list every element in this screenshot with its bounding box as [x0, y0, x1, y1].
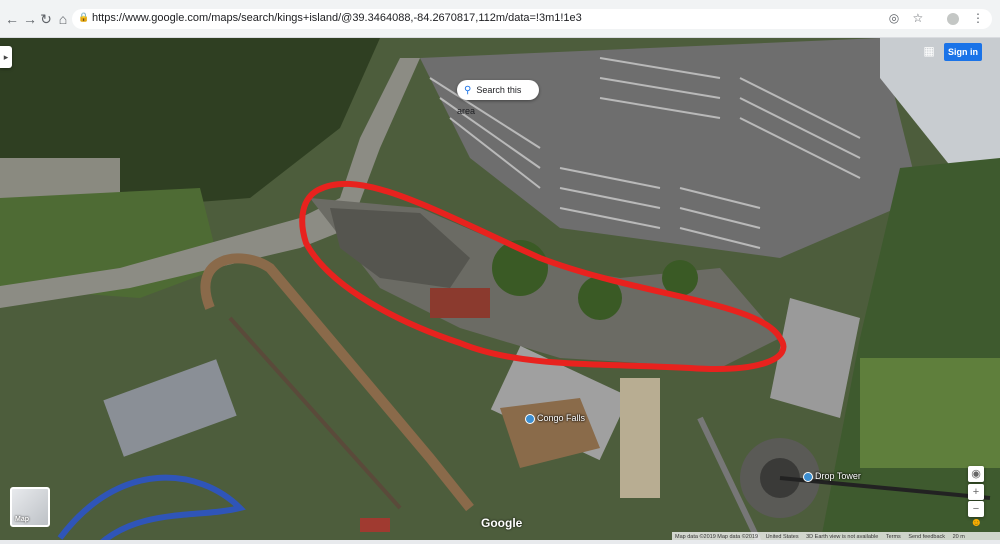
pin-icon: [803, 471, 813, 482]
lock-icon: 🔒: [78, 12, 90, 22]
forward-icon[interactable]: →: [22, 11, 38, 27]
search-icon: ⚲: [464, 85, 472, 96]
menu-icon[interactable]: ⋮: [972, 11, 984, 25]
satellite-imagery: [0, 38, 1000, 544]
taskbar-strip: [0, 540, 1000, 544]
pegman-icon[interactable]: ☻: [970, 514, 983, 530]
profile-avatar[interactable]: [937, 11, 959, 25]
place-label-congo-falls[interactable]: Congo Falls: [525, 413, 585, 424]
satellite-map[interactable]: ▸ ⚲ Search this area ▦ Sign in Congo Fall…: [0, 38, 1000, 544]
layer-switcher[interactable]: Map: [10, 487, 50, 527]
zoom-in-button[interactable]: +: [968, 484, 984, 500]
compass-icon[interactable]: ◉: [968, 466, 984, 482]
search-this-area-button[interactable]: ⚲ Search this area: [457, 80, 539, 116]
sign-in-button[interactable]: Sign in: [944, 43, 982, 61]
address-bar[interactable]: 🔒 https://www.google.com/maps/search/kin…: [72, 9, 992, 29]
collapse-sidebar-icon[interactable]: ▸: [0, 46, 12, 68]
browser-toolbar: ← → ↻ ⌂ 🔒 https://www.google.com/maps/se…: [0, 0, 1000, 38]
home-icon[interactable]: ⌂: [55, 11, 71, 27]
apps-grid-icon[interactable]: ▦: [922, 44, 936, 58]
pin-icon: [525, 413, 535, 424]
layer-label: Map: [15, 516, 29, 523]
star-icon[interactable]: ☆: [913, 11, 924, 25]
place-label-drop-tower[interactable]: Drop Tower: [803, 471, 861, 482]
reload-icon[interactable]: ↻: [38, 11, 54, 27]
location-icon[interactable]: ◎: [889, 11, 899, 25]
url-text[interactable]: https://www.google.com/maps/search/kings…: [92, 12, 582, 24]
back-icon[interactable]: ←: [4, 11, 20, 27]
google-logo: Google: [481, 516, 523, 530]
